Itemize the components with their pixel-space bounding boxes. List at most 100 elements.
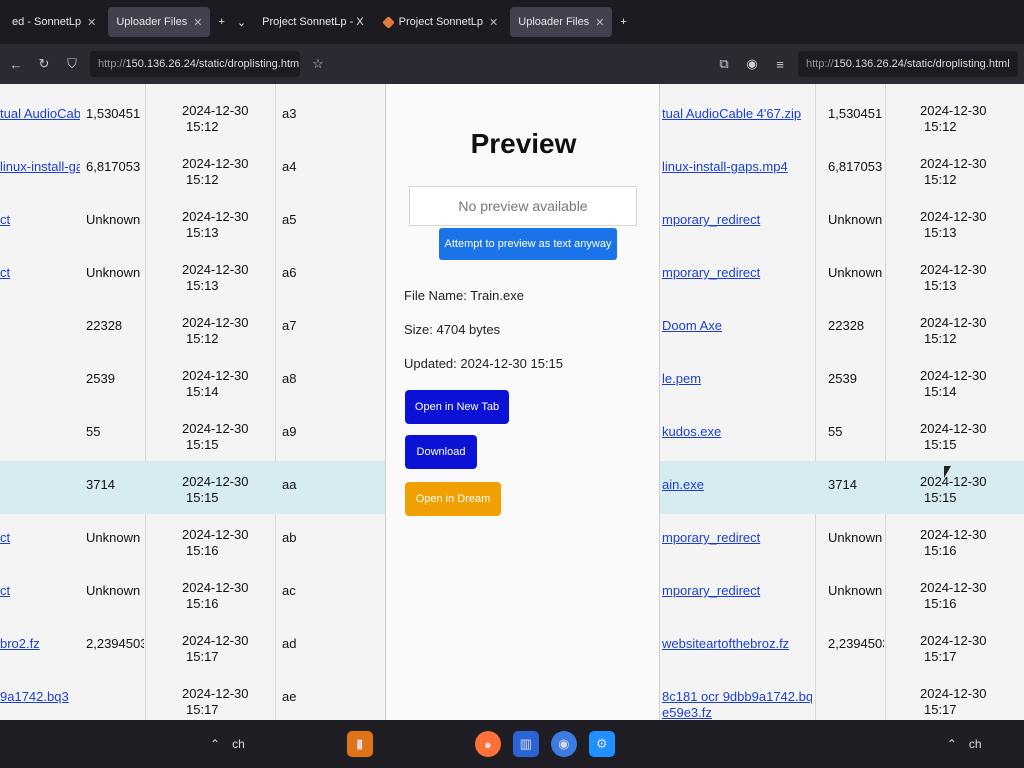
tray-chevron-icon[interactable]: ⌃ bbox=[947, 737, 957, 751]
file-date: 2024-12-30 bbox=[920, 687, 987, 701]
table-row[interactable]: le.pem 2539 2024-12-30 15:14 bbox=[660, 355, 1024, 408]
file-name-link[interactable]: le.pem bbox=[662, 371, 812, 386]
file-name-link-cont[interactable]: e59e3.fz bbox=[662, 705, 812, 720]
file-name-link[interactable]: ct bbox=[0, 212, 80, 227]
file-name-link[interactable]: mporary_redirect bbox=[662, 530, 812, 545]
preview-as-text-button[interactable]: Attempt to preview as text anyway bbox=[439, 228, 617, 260]
taskbar-right-label[interactable]: ch bbox=[969, 737, 982, 751]
file-name-link[interactable]: tual AudioCable 4'67.zip bbox=[0, 106, 80, 121]
file-time: 15:14 bbox=[924, 385, 957, 399]
table-row[interactable]: 8c181 ocr 9dbb9a1742.bq3 e59e3.fz 2024-12-… bbox=[660, 673, 1024, 720]
settings-icon[interactable]: ⚙ bbox=[588, 731, 615, 757]
close-icon[interactable]: ✕ bbox=[595, 16, 604, 29]
table-row[interactable]: ain.exe 3714 2024-12-30 15:15 bbox=[660, 461, 1024, 514]
table-row[interactable]: bro2.fz 2,2394503 2024-12-30 15:17 ad bbox=[0, 620, 385, 673]
url-bar-secondary[interactable]: http:// 150.136.26.24/static/droplisting… bbox=[798, 51, 1018, 77]
table-row[interactable]: ct Unknown 2024-12-30 15:16 ab bbox=[0, 514, 385, 567]
download-button[interactable]: Download bbox=[405, 435, 477, 469]
open-new-tab-button[interactable]: Open in New Tab bbox=[405, 390, 509, 424]
file-name-link[interactable]: linux-install-gaps.mp4 bbox=[0, 159, 80, 174]
file-name-link[interactable]: Doom Axe bbox=[662, 318, 812, 333]
file-time: 15:17 bbox=[186, 703, 219, 717]
file-name-link[interactable]: mporary_redirect bbox=[662, 583, 812, 598]
table-row[interactable]: ct Unknown 2024-12-30 15:16 ac bbox=[0, 567, 385, 620]
start-chevron-icon[interactable]: ⌃ bbox=[210, 737, 220, 751]
file-time: 15:17 bbox=[924, 650, 957, 664]
firefox-icon[interactable]: ● bbox=[474, 731, 501, 757]
table-row[interactable]: ct Unknown 2024-12-30 15:13 a5 bbox=[0, 196, 385, 249]
file-name-link[interactable]: linux-install-gaps.mp4 bbox=[662, 159, 812, 174]
file-name-link[interactable]: bro2.fz bbox=[0, 636, 80, 651]
file-name-link[interactable]: tual AudioCable 4'67.zip bbox=[662, 106, 812, 121]
file-name-link[interactable]: mporary_redirect bbox=[662, 265, 812, 280]
file-size: 2,2394503 bbox=[86, 636, 144, 651]
shield-icon[interactable]: ⛉ bbox=[62, 54, 82, 74]
url-prefix: http:// bbox=[98, 58, 126, 70]
app-icon-blue[interactable]: ▥ bbox=[512, 731, 539, 757]
chrome-icon[interactable]: ◉ bbox=[550, 731, 577, 757]
browser-tab-4[interactable]: Uploader Files ✕ bbox=[510, 7, 613, 37]
new-tab-button-2[interactable]: + bbox=[616, 7, 630, 37]
file-id: aa bbox=[282, 477, 297, 492]
bookmark-icon[interactable]: ☆ bbox=[308, 54, 328, 74]
file-time: 15:12 bbox=[186, 173, 219, 187]
file-time: 15:13 bbox=[924, 226, 957, 240]
file-time: 15:15 bbox=[924, 438, 957, 452]
reload-icon[interactable]: ↻ bbox=[34, 54, 54, 74]
table-row[interactable]: 3714 2024-12-30 15:15 aa bbox=[0, 461, 385, 514]
file-name-link[interactable]: mporary_redirect bbox=[662, 212, 812, 227]
back-icon[interactable]: ← bbox=[6, 54, 26, 74]
browser-tab-3[interactable]: Project SonnetLp ✕ bbox=[376, 7, 507, 37]
file-name-info: File Name: Train.exe bbox=[404, 288, 524, 303]
file-size: 55 bbox=[828, 424, 843, 439]
open-in-dream-button[interactable]: Open in Dream bbox=[405, 482, 501, 516]
close-icon[interactable]: ✕ bbox=[193, 16, 202, 29]
file-date: 2024-12-30 bbox=[182, 634, 249, 648]
table-row[interactable]: Doom Axe 22328 2024-12-30 15:12 bbox=[660, 302, 1024, 355]
account-icon[interactable]: ◉ bbox=[742, 54, 762, 74]
table-row[interactable]: linux-install-gaps.mp4 6,817053 2024-12-30… bbox=[0, 143, 385, 196]
file-name-link[interactable]: ain.exe bbox=[662, 477, 812, 492]
file-time: 15:16 bbox=[186, 544, 219, 558]
table-row[interactable]: mporary_redirect Unknown 2024-12-30 15:16 bbox=[660, 567, 1024, 620]
file-date: 2024-12-30 bbox=[920, 104, 987, 118]
table-row[interactable]: 9a1742.bq3 2024-12-30 15:17 ae bbox=[0, 673, 385, 720]
table-row[interactable]: mporary_redirect Unknown 2024-12-30 15:16 bbox=[660, 514, 1024, 567]
table-row[interactable]: 55 2024-12-30 15:15 a9 bbox=[0, 408, 385, 461]
file-name-link[interactable]: ct bbox=[0, 530, 80, 545]
table-row[interactable]: websiteartofthebroz.fz 2,2394503 2024-12-3… bbox=[660, 620, 1024, 673]
table-row[interactable]: kudos.exe 55 2024-12-30 15:15 bbox=[660, 408, 1024, 461]
extensions-icon[interactable]: ⧉ bbox=[714, 54, 734, 74]
table-row[interactable]: tual AudioCable 4'67.zip 1,530451 2024-12-… bbox=[660, 90, 1024, 143]
preview-title: Preview bbox=[470, 128, 577, 159]
file-name-link[interactable]: ct bbox=[0, 265, 80, 280]
file-size: 22328 bbox=[86, 318, 123, 333]
tab-list-chevron-icon[interactable]: ⌄ bbox=[233, 7, 250, 37]
file-name-link[interactable]: websiteartofthebroz.fz bbox=[662, 636, 812, 651]
preview-panel: Preview No preview available Attempt to … bbox=[385, 84, 660, 720]
tab-label: ed - SonnetLp bbox=[12, 16, 82, 28]
file-name-link[interactable]: ct bbox=[0, 583, 80, 598]
table-row[interactable]: linux-install-gaps.mp4 6,817053 2024-12-30… bbox=[660, 143, 1024, 196]
app-icon-orange[interactable]: ▮ bbox=[346, 731, 373, 757]
table-row[interactable]: ct Unknown 2024-12-30 15:13 a6 bbox=[0, 249, 385, 302]
browser-tab-2[interactable]: Project SonnetLp - X bbox=[254, 7, 372, 37]
close-icon[interactable]: ✕ bbox=[489, 16, 498, 29]
file-time: 15:12 bbox=[924, 173, 957, 187]
table-row[interactable]: mporary_redirect Unknown 2024-12-30 15:13 bbox=[660, 196, 1024, 249]
url-bar[interactable]: http:// 150.136.26.24/static/droplisting… bbox=[90, 51, 300, 77]
table-row[interactable]: 22328 2024-12-30 15:12 a7 bbox=[0, 302, 385, 355]
table-row[interactable]: tual AudioCable 4'67.zip 1,530451 2024-12-… bbox=[0, 90, 385, 143]
browser-tab-1[interactable]: Uploader Files ✕ bbox=[108, 7, 211, 37]
table-row[interactable]: 2539 2024-12-30 15:14 a8 bbox=[0, 355, 385, 408]
new-tab-button[interactable]: + bbox=[214, 7, 228, 37]
file-name-link[interactable]: kudos.exe bbox=[662, 424, 812, 439]
file-time: 15:15 bbox=[186, 491, 219, 505]
file-name-link[interactable]: 9a1742.bq3 bbox=[0, 689, 80, 704]
browser-tab-0[interactable]: ed - SonnetLp ✕ bbox=[4, 7, 104, 37]
close-icon[interactable]: ✕ bbox=[87, 16, 96, 29]
table-row[interactable]: mporary_redirect Unknown 2024-12-30 15:13 bbox=[660, 249, 1024, 302]
file-name-link[interactable]: 8c181 ocr 9dbb9a1742.bq3 bbox=[662, 689, 812, 704]
taskbar-search-label[interactable]: ch bbox=[232, 737, 245, 751]
menu-icon[interactable]: ≡ bbox=[770, 54, 790, 74]
